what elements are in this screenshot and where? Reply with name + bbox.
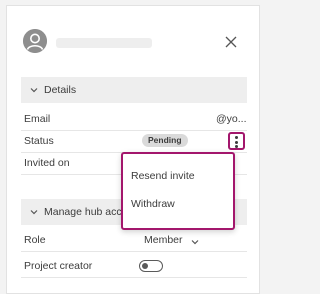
member-details-panel: Details Email @yo... Status Pending Invi… xyxy=(6,5,260,294)
actions-menu: Resend invite Withdraw xyxy=(121,152,235,230)
status-badge: Pending xyxy=(142,134,188,147)
details-section-title: Details xyxy=(44,84,77,96)
role-row: Role Member xyxy=(21,230,247,252)
person-icon xyxy=(23,29,47,53)
email-label: Email xyxy=(24,113,51,125)
chevron-down-icon xyxy=(30,88,38,93)
toggle-knob xyxy=(142,262,148,269)
chevron-down-icon xyxy=(191,240,199,245)
email-value: @yo... xyxy=(216,113,247,125)
email-row: Email @yo... xyxy=(21,109,247,131)
status-row: Status Pending xyxy=(21,131,247,153)
role-value: Member xyxy=(144,234,183,246)
details-section-toggle[interactable]: Details xyxy=(21,77,247,103)
user-name-redacted xyxy=(56,38,152,48)
panel-header xyxy=(7,6,259,76)
project-creator-label: Project creator xyxy=(24,260,93,272)
project-creator-toggle[interactable] xyxy=(139,260,163,272)
role-dropdown[interactable]: Member xyxy=(144,234,199,246)
resend-invite-menu-item[interactable]: Resend invite xyxy=(131,166,195,186)
project-creator-row: Project creator xyxy=(21,256,247,278)
close-icon xyxy=(225,36,237,48)
close-button[interactable] xyxy=(224,35,238,49)
more-actions-button[interactable] xyxy=(228,132,245,150)
status-label: Status xyxy=(24,135,54,147)
hub-access-section-title: Manage hub acc xyxy=(44,206,122,218)
withdraw-menu-item[interactable]: Withdraw xyxy=(131,194,175,214)
role-label: Role xyxy=(24,234,46,246)
invited-on-label: Invited on xyxy=(24,157,70,169)
avatar xyxy=(23,29,47,53)
chevron-down-icon xyxy=(30,210,38,215)
